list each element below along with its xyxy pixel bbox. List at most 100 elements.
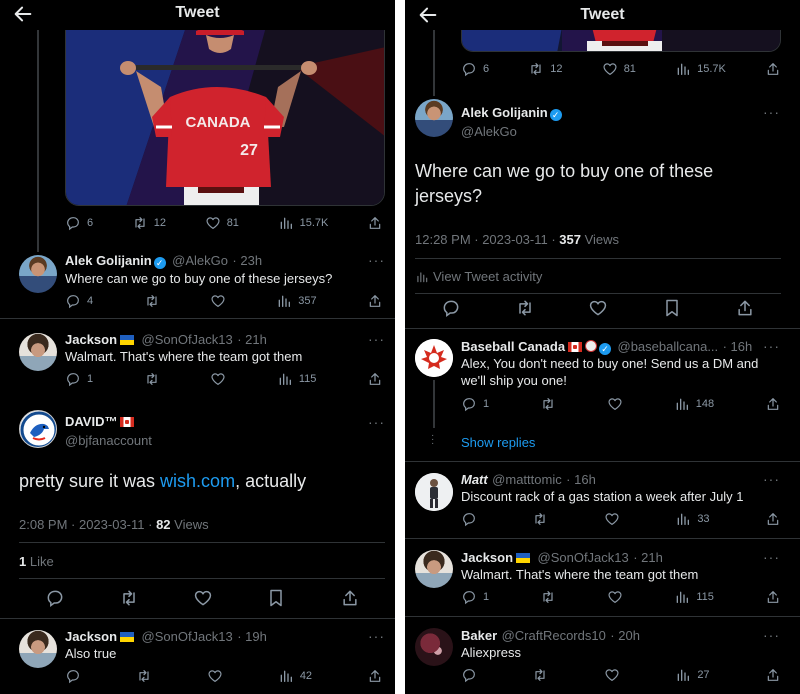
user-name[interactable]: Matt xyxy=(461,472,488,487)
like-button[interactable]: 81 xyxy=(602,61,636,77)
like-button[interactable]: 81 xyxy=(205,215,239,231)
more-options-icon[interactable]: ··· xyxy=(763,471,780,487)
user-handle[interactable]: @baseballcana... xyxy=(618,339,719,354)
share-button[interactable] xyxy=(735,298,755,318)
show-replies-link[interactable]: Show replies xyxy=(461,435,535,450)
user-handle[interactable]: @matttomic xyxy=(492,472,562,487)
share-button[interactable] xyxy=(367,215,383,231)
retweet-button[interactable] xyxy=(532,511,548,527)
reply-button[interactable] xyxy=(461,511,477,527)
view-tweet-activity-link[interactable]: View Tweet activity xyxy=(415,269,542,284)
more-options-icon[interactable]: ··· xyxy=(763,627,780,643)
avatar[interactable] xyxy=(415,628,453,666)
avatar[interactable] xyxy=(415,339,453,377)
more-options-icon[interactable]: ··· xyxy=(368,628,385,644)
avatar[interactable] xyxy=(415,473,453,511)
like-button[interactable] xyxy=(193,588,213,608)
retweet-button[interactable] xyxy=(136,668,152,684)
like-button[interactable] xyxy=(210,371,226,387)
reply-button[interactable]: 6 xyxy=(461,61,489,77)
more-options-icon[interactable]: ··· xyxy=(763,549,780,565)
views-button[interactable]: 27 xyxy=(675,667,710,683)
avatar[interactable] xyxy=(19,630,57,668)
user-name[interactable]: Alek Golijanin xyxy=(461,105,548,120)
retweet-button[interactable] xyxy=(144,293,160,309)
views-button[interactable]: 148 xyxy=(674,396,714,412)
bookmark-button[interactable] xyxy=(266,588,286,608)
reply-button[interactable]: 4 xyxy=(65,293,93,309)
share-button[interactable] xyxy=(367,371,383,387)
reply-button[interactable]: 1 xyxy=(461,396,489,412)
like-button[interactable] xyxy=(210,293,226,309)
user-handle[interactable]: @bjfanaccount xyxy=(65,433,345,448)
blue-jays-logo-icon xyxy=(20,411,56,447)
share-button[interactable] xyxy=(765,589,781,605)
avatar[interactable] xyxy=(19,410,57,448)
share-button[interactable] xyxy=(367,668,383,684)
retweet-button[interactable] xyxy=(540,396,556,412)
user-name[interactable]: Jackson xyxy=(65,629,117,644)
reply-button[interactable] xyxy=(45,588,65,608)
user-handle[interactable]: @SonOfJack13 xyxy=(538,550,629,565)
user-name[interactable]: Alek Golijanin xyxy=(65,253,152,268)
views-button[interactable]: 15.7K xyxy=(675,61,726,77)
avatar[interactable] xyxy=(415,550,453,588)
reply-button[interactable] xyxy=(461,667,477,683)
views-button[interactable]: 115 xyxy=(277,371,316,387)
retweet-button[interactable]: 12 xyxy=(528,61,563,77)
like-button[interactable] xyxy=(607,396,623,412)
like-button[interactable] xyxy=(604,511,620,527)
reply-button[interactable] xyxy=(441,298,461,318)
views-button[interactable]: 42 xyxy=(278,668,312,684)
more-options-icon[interactable]: ··· xyxy=(368,252,385,268)
retweet-button[interactable] xyxy=(119,588,139,608)
divider xyxy=(19,542,385,543)
share-button[interactable] xyxy=(765,61,781,77)
like-button[interactable] xyxy=(604,667,620,683)
reply-button[interactable]: 1 xyxy=(65,371,93,387)
views-button[interactable]: 15.7K xyxy=(278,215,328,231)
user-name[interactable]: Jackson xyxy=(65,332,117,347)
share-button[interactable] xyxy=(765,511,781,527)
user-handle[interactable]: @AlekGo xyxy=(172,253,228,268)
like-button[interactable] xyxy=(607,589,623,605)
bookmark-button[interactable] xyxy=(662,298,682,318)
share-button[interactable] xyxy=(765,396,781,412)
user-name[interactable]: Baker xyxy=(461,628,497,643)
user-handle[interactable]: @SonOfJack13 xyxy=(142,629,233,644)
like-button[interactable] xyxy=(207,668,223,684)
share-button[interactable] xyxy=(765,667,781,683)
user-handle[interactable]: @CraftRecords10 xyxy=(502,628,606,643)
retweet-button[interactable]: 12 xyxy=(132,215,166,231)
user-name[interactable]: Jackson xyxy=(461,550,513,565)
more-options-icon[interactable]: ··· xyxy=(763,338,780,354)
likes-summary[interactable]: 1 Like xyxy=(19,554,54,569)
avatar[interactable] xyxy=(19,255,57,293)
user-handle[interactable]: @SonOfJack13 xyxy=(142,332,233,347)
user-name[interactable]: Baseball Canada xyxy=(461,339,565,354)
reply-count: 6 xyxy=(483,63,490,75)
reply-button[interactable]: 1 xyxy=(461,589,489,605)
main-tweet-author: Alek Golijanin ✓ @AlekGo xyxy=(461,104,741,139)
views-button[interactable]: 33 xyxy=(675,511,710,527)
wish-link[interactable]: wish.com xyxy=(160,471,235,491)
tweet-photo[interactable]: CANADA 27 xyxy=(65,26,385,206)
more-options-icon[interactable]: ··· xyxy=(368,414,385,430)
retweet-button[interactable] xyxy=(144,371,160,387)
retweet-button[interactable] xyxy=(515,298,535,318)
more-options-icon[interactable]: ··· xyxy=(763,104,780,120)
user-handle[interactable]: @AlekGo xyxy=(461,124,741,139)
views-button[interactable]: 115 xyxy=(674,589,714,605)
user-name[interactable]: DAVID™ xyxy=(65,414,117,429)
reply-button[interactable]: 6 xyxy=(65,215,93,231)
avatar[interactable] xyxy=(19,333,57,371)
share-button[interactable] xyxy=(367,293,383,309)
avatar[interactable] xyxy=(415,99,453,137)
retweet-button[interactable] xyxy=(532,667,548,683)
retweet-button[interactable] xyxy=(540,589,556,605)
share-button[interactable] xyxy=(340,588,360,608)
like-button[interactable] xyxy=(588,298,608,318)
views-button[interactable]: 357 xyxy=(276,293,317,309)
reply-button[interactable] xyxy=(65,668,81,684)
more-options-icon[interactable]: ··· xyxy=(368,331,385,347)
